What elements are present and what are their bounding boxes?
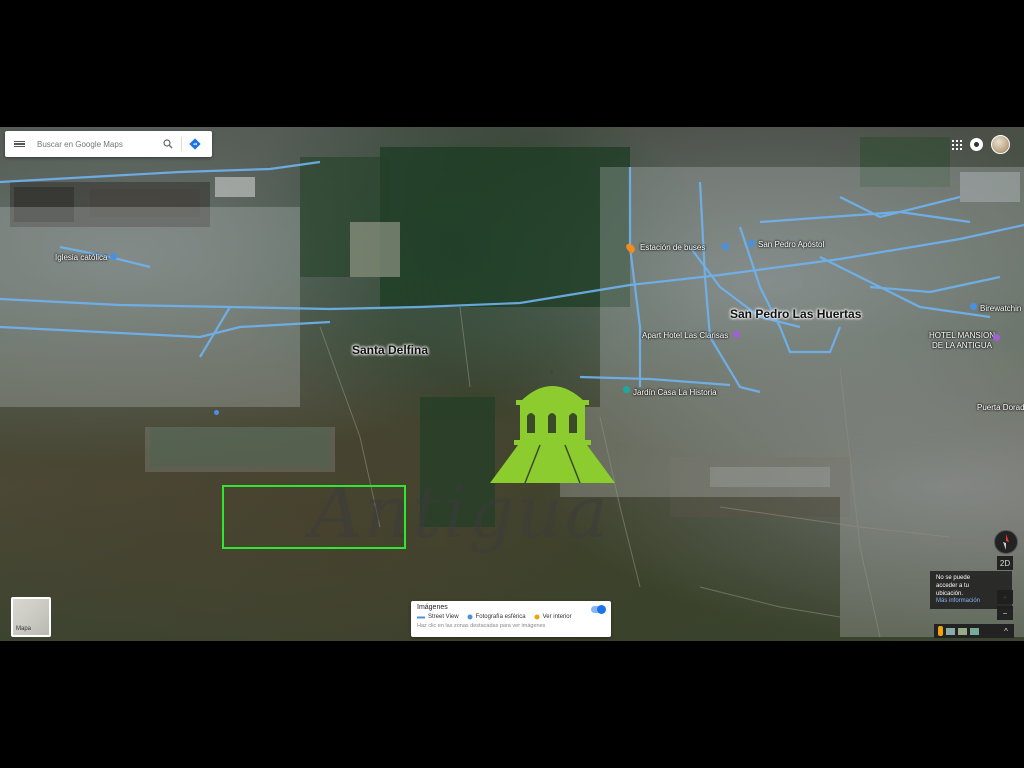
notifications-icon[interactable] [970,138,983,151]
church-pin-icon[interactable] [110,253,117,260]
legend-street-view: Street View [417,614,459,620]
expand-icon[interactable]: ^ [1001,627,1011,636]
bus-stop-icon[interactable] [722,243,729,250]
place-label-iglesia-catolica[interactable]: Iglesia católica [55,253,107,262]
menu-icon[interactable] [5,131,33,157]
account-avatar[interactable] [991,135,1010,154]
compass-icon[interactable] [994,530,1018,554]
layers-button-label: Mapa [16,626,32,632]
park-pin-icon[interactable] [623,386,630,393]
hotel-pin-icon[interactable] [733,331,740,338]
layers-toggle-button[interactable]: Mapa [11,597,51,637]
poi-pin-icon[interactable] [970,303,977,310]
place-label-san-pedro-apostol[interactable]: San Pedro Apóstol [758,240,824,249]
imagery-thumbnail[interactable] [958,627,967,635]
imagery-legend: Street View Fotografía esférica Ver inte… [417,614,605,620]
location-info-line: No se puede [936,575,971,581]
place-label-birewatchin[interactable]: Birewatchin [980,304,1021,313]
location-info-line: ubicación. [936,590,964,597]
street-view-line-icon [417,616,425,618]
street-view-dot-icon[interactable] [214,410,219,415]
church-pin-icon[interactable] [748,240,755,247]
place-label-puerta-dorada[interactable]: Puerta Dorad [977,403,1024,412]
account-toolbar [952,135,1010,154]
directions-icon[interactable] [186,131,204,157]
imagery-hint: Haz clic en las zonas destacadas para ve… [417,623,546,629]
tilt-2d-button[interactable]: 2D [997,556,1013,570]
imagery-thumbnail[interactable] [970,627,979,635]
bottom-controls-bar: ^ [934,624,1014,638]
imagery-panel-title: Imágenes [417,604,448,611]
apps-grid-icon[interactable] [952,139,962,150]
legend-indoor: Ver interior [534,614,572,620]
location-info-line: acceder a tu [936,582,970,589]
area-label-santa-delfina[interactable]: Santa Delfina [352,343,428,357]
spherical-photo-dot-icon [467,614,473,620]
legend-label: Fotografía esférica [475,614,526,620]
imagery-thumbnail[interactable] [946,627,955,635]
location-info-box: No se puede acceder a tu ubicación. Más … [930,571,1012,609]
legend-label: Street View [428,614,459,620]
indoor-dot-icon [534,614,540,620]
search-input[interactable] [33,139,159,149]
highlight-rectangle [222,485,406,549]
place-label-jardin-casa-la-historia[interactable]: Jardín Casa La Historia [633,388,717,397]
place-label-hotel-mansion[interactable]: HOTEL MANSION DE LA ANTIGUA [927,331,997,351]
pegman-icon[interactable] [938,626,943,636]
imagery-panel[interactable]: Imágenes Street View Fotografía esférica… [411,601,611,637]
place-label-apart-hotel[interactable]: Apart Hotel Las Clarisas [642,331,728,340]
legend-label: Ver interior [542,614,572,620]
area-label-san-pedro-las-huertas[interactable]: San Pedro Las Huertas [730,307,861,321]
dome-logo-icon [490,370,615,484]
search-icon[interactable] [159,131,177,157]
imagery-toggle[interactable] [591,605,606,614]
place-label-estacion-buses[interactable]: Estación de buses [640,243,705,252]
search-box[interactable] [5,131,212,157]
more-info-link[interactable]: Más información [936,598,1006,606]
search-divider [181,137,182,151]
legend-spherical-photo: Fotografía esférica [467,614,526,620]
hotel-pin-icon[interactable] [993,334,1000,341]
